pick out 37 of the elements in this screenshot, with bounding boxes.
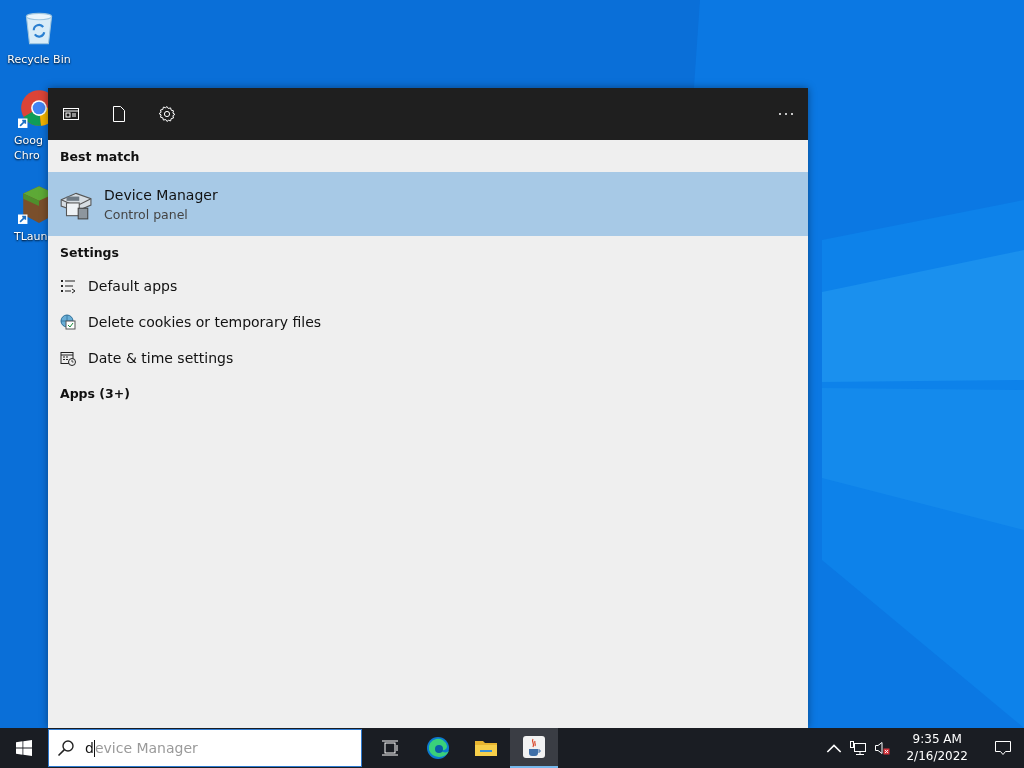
result-title: Date & time settings <box>88 350 234 366</box>
suggestion-text: evice Manager <box>94 740 198 756</box>
taskbar-button[interactable] <box>510 728 558 768</box>
browser-icon <box>426 736 450 760</box>
clock[interactable]: 9:35 AM 2/16/2022 <box>898 731 976 765</box>
typed-text: d <box>85 740 94 756</box>
result-item[interactable]: Date & time settings <box>48 340 808 376</box>
settings-icon[interactable] <box>158 105 176 123</box>
result-title: Default apps <box>88 278 178 294</box>
result-title: Delete cookies or temporary files <box>88 314 322 330</box>
icon-label[interactable]: Recycle Bin <box>7 52 71 67</box>
network-icon[interactable] <box>850 741 867 755</box>
notification-icon[interactable] <box>994 739 1012 757</box>
list-icon <box>60 278 76 294</box>
clock-date: 2/16/2022 <box>906 748 968 765</box>
apps-icon[interactable] <box>62 105 80 123</box>
globe-check-icon <box>60 314 76 330</box>
clock-time: 9:35 AM <box>912 731 962 748</box>
section-heading: Settings <box>59 244 120 262</box>
task-view-icon <box>381 739 399 757</box>
coffee-cup-icon <box>522 735 546 759</box>
calendar-clock-icon <box>60 350 76 366</box>
speaker-muted-icon[interactable] <box>874 741 891 755</box>
search-icon <box>57 739 75 757</box>
result-title: Device Manager <box>104 186 218 203</box>
result-item[interactable]: Delete cookies or temporary files <box>48 304 808 340</box>
more-icon[interactable] <box>778 112 794 116</box>
icon-label[interactable]: Goog Chro <box>14 133 43 163</box>
search-field[interactable]: device Manager <box>48 729 362 767</box>
icon-label[interactable]: TLaun <box>14 229 48 244</box>
result-item[interactable]: Device Manager Control panel <box>48 172 808 236</box>
windows-logo-icon[interactable] <box>16 740 32 756</box>
result-subtitle: Control panel <box>104 206 188 222</box>
result-item[interactable]: Default apps <box>48 268 808 304</box>
section-heading: Apps (3+) <box>59 385 131 403</box>
document-icon[interactable] <box>110 105 128 123</box>
section-heading: Best match <box>59 148 141 166</box>
